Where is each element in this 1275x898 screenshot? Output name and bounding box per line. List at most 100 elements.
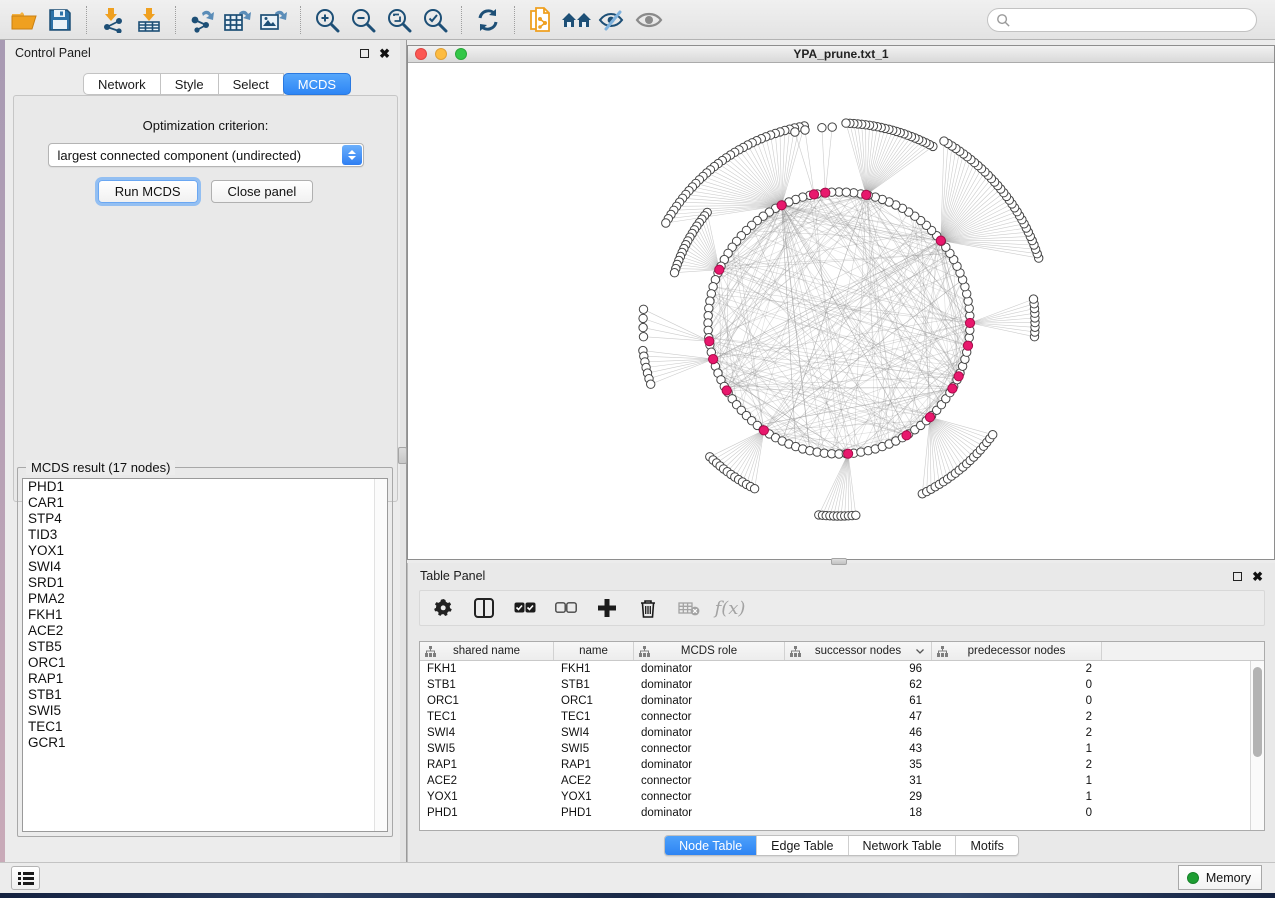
tab-node-table[interactable]: Node Table — [665, 836, 757, 855]
table-row[interactable]: ACE2ACE2connector311 — [420, 773, 1250, 789]
graph-mcds-hub-node — [821, 188, 830, 197]
mcds-list-item[interactable]: TID3 — [23, 527, 387, 543]
table-row[interactable]: STB1STB1dominator620 — [420, 677, 1250, 693]
close-panel-icon[interactable]: ✖ — [379, 47, 390, 60]
graph-mcds-hub-node — [759, 426, 768, 435]
save-button[interactable] — [42, 3, 78, 37]
table-row[interactable]: RAP1RAP1dominator352 — [420, 757, 1250, 773]
import-table-button[interactable] — [131, 3, 167, 37]
tab-mcds[interactable]: MCDS — [283, 73, 351, 95]
table-row[interactable]: FKH1FKH1dominator962 — [420, 661, 1250, 677]
horizontal-splitter-handle[interactable] — [831, 558, 847, 565]
cell-shared-name: YOX1 — [420, 789, 554, 805]
cell-shared-name: STB1 — [420, 677, 554, 693]
tab-style[interactable]: Style — [160, 73, 218, 95]
cell-name: SWI4 — [554, 725, 634, 741]
show-all-button[interactable] — [631, 3, 667, 37]
gear-button[interactable] — [430, 595, 456, 621]
close-panel-button[interactable]: Close panel — [211, 180, 314, 203]
deselect-all-button[interactable] — [553, 595, 579, 621]
network-canvas[interactable] — [408, 63, 1274, 559]
mcds-list-item[interactable]: YOX1 — [23, 543, 387, 559]
search-input[interactable] — [1011, 13, 1241, 27]
graph-leaf-node — [639, 314, 647, 322]
column-header-successor-nodes[interactable]: successor nodes — [785, 642, 932, 660]
toolbar-separator — [514, 6, 515, 34]
table-scrollbar[interactable] — [1250, 661, 1264, 830]
import-network-button[interactable] — [95, 3, 131, 37]
table-row[interactable]: SWI5SWI5connector431 — [420, 741, 1250, 757]
scrollbar-thumb[interactable] — [1253, 667, 1262, 757]
hide-selected-button[interactable] — [595, 3, 631, 37]
select-all-button[interactable] — [512, 595, 538, 621]
zoom-fit-button[interactable] — [381, 3, 417, 37]
table-row[interactable]: SWI4SWI4dominator462 — [420, 725, 1250, 741]
mcds-list-item[interactable]: ORC1 — [23, 655, 387, 671]
graph-leaf-node — [670, 269, 678, 277]
network-graph[interactable] — [408, 63, 1274, 559]
criterion-select[interactable]: largest connected component (undirected) — [48, 143, 364, 167]
column-header-name[interactable]: name — [554, 642, 634, 660]
tab-edge-table[interactable]: Edge Table — [757, 836, 848, 855]
mcds-list-item[interactable]: PMA2 — [23, 591, 387, 607]
mcds-list-item[interactable]: SWI4 — [23, 559, 387, 575]
deselect-all-icon — [555, 602, 577, 614]
vertical-splitter[interactable] — [400, 40, 407, 862]
add-column-button[interactable] — [594, 595, 620, 621]
cell-name: RAP1 — [554, 757, 634, 773]
refresh-button[interactable] — [470, 3, 506, 37]
export-image-button[interactable] — [256, 3, 292, 37]
open-button[interactable] — [6, 3, 42, 37]
duplicate-network-button[interactable] — [523, 3, 559, 37]
float-panel-icon[interactable] — [1233, 572, 1242, 581]
table-row[interactable]: TEC1TEC1connector472 — [420, 709, 1250, 725]
task-history-button[interactable] — [11, 866, 40, 890]
graph-mcds-hub-node — [954, 372, 963, 381]
export-network-button[interactable] — [184, 3, 220, 37]
mcds-list-item[interactable]: STB5 — [23, 639, 387, 655]
table-row[interactable]: YOX1YOX1connector291 — [420, 789, 1250, 805]
column-header-MCDS-role[interactable]: MCDS role — [634, 642, 785, 660]
table-row[interactable]: PHD1PHD1dominator180 — [420, 805, 1250, 821]
column-view-button[interactable] — [471, 595, 497, 621]
mcds-list-item[interactable]: STB1 — [23, 687, 387, 703]
float-panel-icon[interactable] — [360, 49, 369, 58]
mcds-list-item[interactable]: FKH1 — [23, 607, 387, 623]
mcds-list-item[interactable]: SWI5 — [23, 703, 387, 719]
list-icon — [18, 872, 34, 885]
mcds-list-item[interactable]: CAR1 — [23, 495, 387, 511]
table-row[interactable]: ORC1ORC1dominator610 — [420, 693, 1250, 709]
column-header-predecessor-nodes[interactable]: predecessor nodes — [932, 642, 1102, 660]
mcds-list-item[interactable]: GCR1 — [23, 735, 387, 751]
cell-successor-nodes: 96 — [785, 661, 932, 677]
zoom-out-button[interactable] — [345, 3, 381, 37]
show-all-eye-icon — [634, 9, 664, 31]
mcds-list-item[interactable]: STP4 — [23, 511, 387, 527]
column-header-shared-name[interactable]: shared name — [420, 642, 554, 660]
tab-select[interactable]: Select — [218, 73, 284, 95]
zoom-in-button[interactable] — [309, 3, 345, 37]
function-builder-button: f(x) — [717, 595, 743, 621]
run-mcds-button[interactable]: Run MCDS — [98, 180, 198, 203]
control-panel-tabs: NetworkStyleSelectMCDS — [83, 73, 351, 95]
mcds-list-item[interactable]: TEC1 — [23, 719, 387, 735]
search-box[interactable] — [987, 8, 1257, 32]
mcds-result-list[interactable]: PHD1CAR1STP4TID3YOX1SWI4SRD1PMA2FKH1ACE2… — [22, 478, 388, 832]
first-neighbors-button[interactable] — [559, 3, 595, 37]
list-scrollbar[interactable] — [374, 479, 387, 831]
mcds-list-item[interactable]: RAP1 — [23, 671, 387, 687]
close-panel-icon[interactable]: ✖ — [1252, 570, 1263, 583]
mcds-list-item[interactable]: PHD1 — [23, 479, 387, 495]
network-window-titlebar[interactable]: YPA_prune.txt_1 — [408, 46, 1274, 63]
splitter-handle[interactable] — [398, 447, 407, 464]
tab-network[interactable]: Network — [83, 73, 160, 95]
delete-column-button[interactable] — [635, 595, 661, 621]
zoom-selected-button[interactable] — [417, 3, 453, 37]
tab-motifs[interactable]: Motifs — [956, 836, 1017, 855]
tab-network-table[interactable]: Network Table — [849, 836, 957, 855]
mcds-list-item[interactable]: ACE2 — [23, 623, 387, 639]
memory-button[interactable]: Memory — [1178, 865, 1262, 890]
cell-shared-name: ACE2 — [420, 773, 554, 789]
export-table-button[interactable] — [220, 3, 256, 37]
mcds-list-item[interactable]: SRD1 — [23, 575, 387, 591]
